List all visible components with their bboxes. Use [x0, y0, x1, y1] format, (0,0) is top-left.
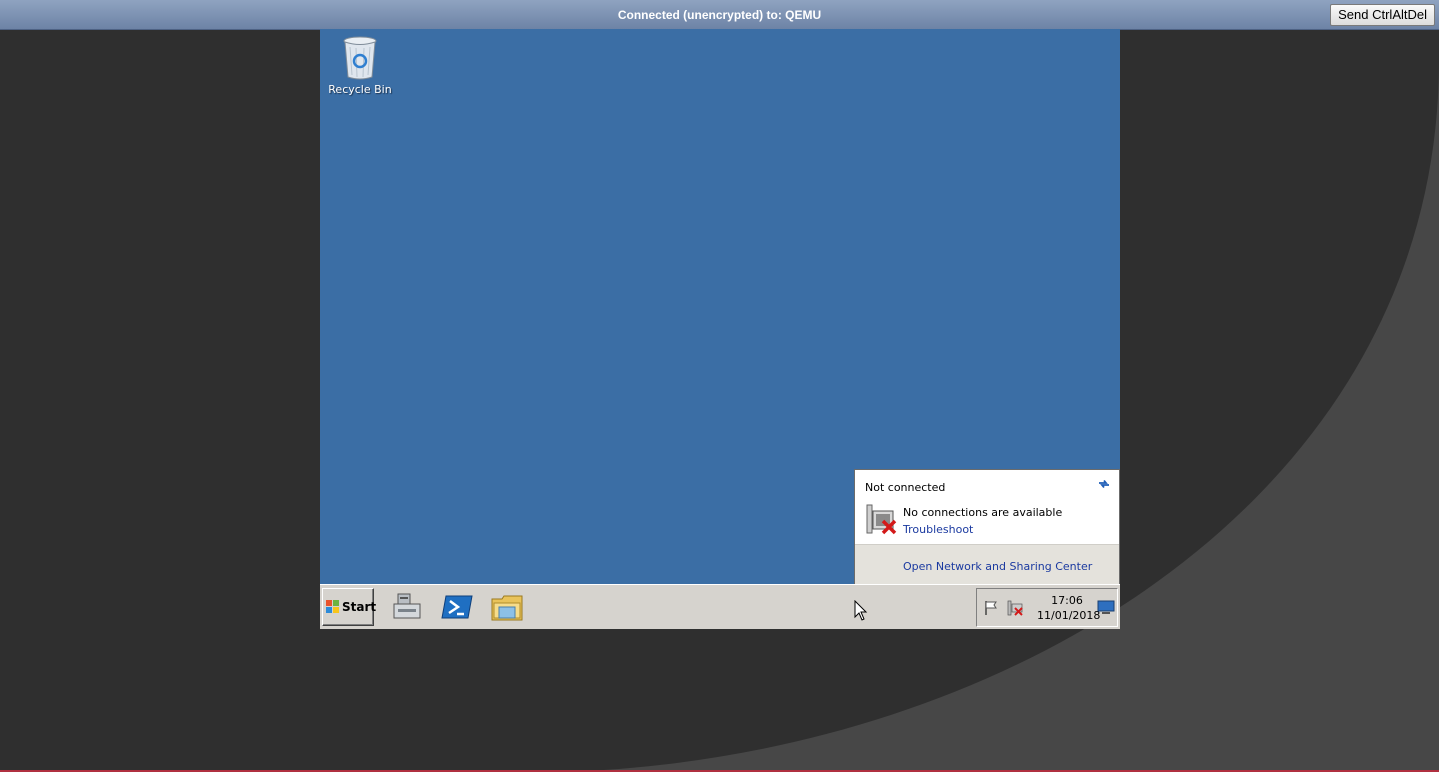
connection-status: Connected (unencrypted) to: QEMU — [617, 8, 822, 22]
system-tray: 17:06 11/01/2018 — [976, 588, 1118, 627]
open-network-sharing-center-link[interactable]: Open Network and Sharing Center — [903, 560, 1092, 573]
desktop-icon-label: Recycle Bin — [328, 83, 392, 96]
network-flyout-footer: Open Network and Sharing Center — [855, 544, 1119, 584]
start-button[interactable]: Start — [322, 588, 377, 626]
start-label: Start — [342, 600, 377, 614]
recycle-bin-icon — [343, 36, 377, 80]
no-connections-message: No connections are available — [903, 506, 1063, 519]
remote-desktop-screen[interactable]: Recycle Bin Not connected No connections… — [320, 29, 1120, 629]
mouse-cursor-icon — [854, 600, 868, 621]
taskbar-clock[interactable]: 17:06 11/01/2018 — [1037, 593, 1101, 623]
refresh-icon[interactable] — [1097, 477, 1111, 491]
action-center-flag-icon[interactable] — [983, 600, 999, 616]
taskbar: Start 17:06 11/01/2018 — [320, 584, 1120, 629]
windows-logo-icon — [326, 600, 339, 613]
vnc-status-bar: Connected (unencrypted) to: QEMU Send Ct… — [0, 0, 1439, 30]
clock-date: 11/01/2018 — [1037, 609, 1101, 622]
troubleshoot-link[interactable]: Troubleshoot — [903, 523, 973, 536]
network-status-title: Not connected — [865, 481, 946, 494]
server-manager-icon[interactable] — [390, 590, 424, 624]
network-flyout: Not connected No connections are availab… — [854, 469, 1120, 585]
network-disconnected-icon[interactable] — [1007, 600, 1023, 616]
network-disconnected-icon — [866, 504, 897, 535]
clock-time: 17:06 — [1051, 594, 1083, 607]
send-ctrl-alt-del-button[interactable]: Send CtrlAltDel — [1330, 4, 1435, 26]
file-explorer-icon[interactable] — [490, 590, 524, 624]
powershell-icon[interactable] — [440, 590, 474, 624]
desktop-icon-recycle-bin[interactable]: Recycle Bin — [328, 35, 392, 96]
show-desktop-icon[interactable] — [1097, 599, 1115, 615]
